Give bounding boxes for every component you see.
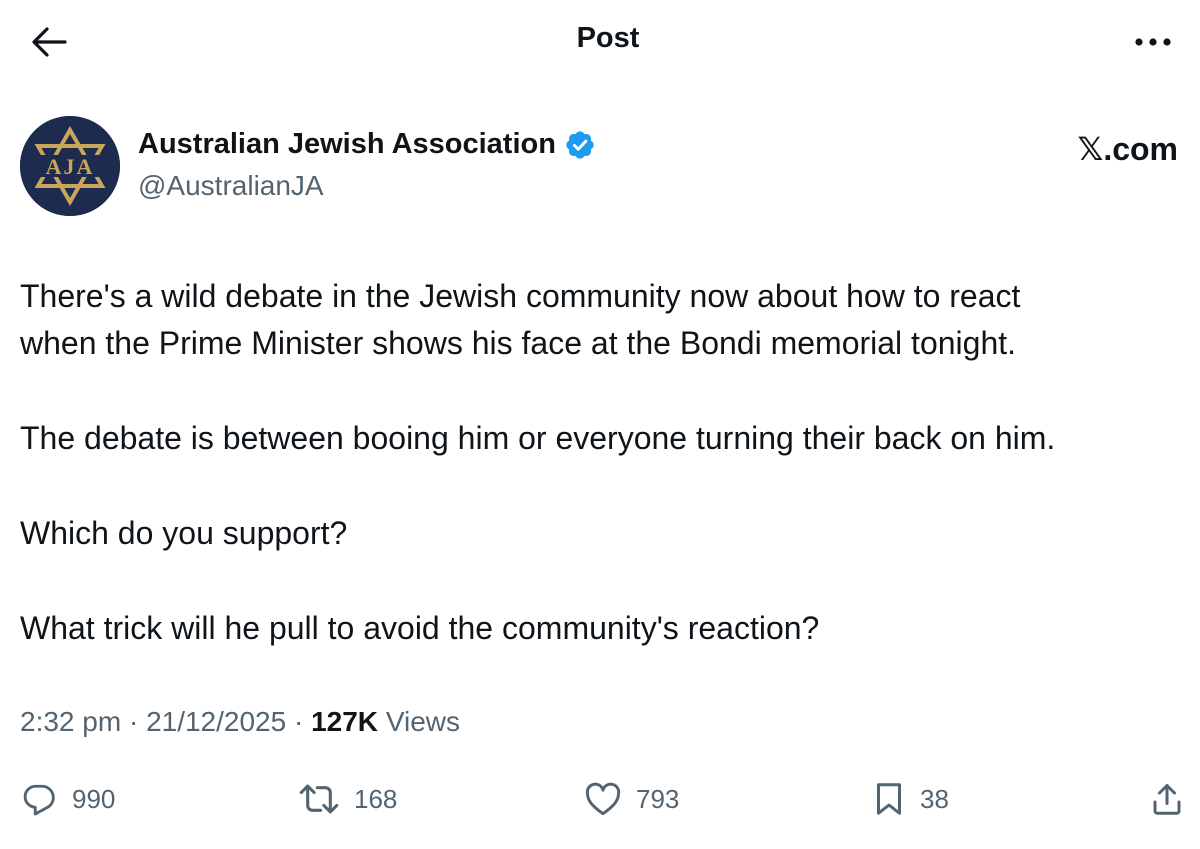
views-label: Views [385, 706, 460, 737]
post-text: There's a wild debate in the Jewish comm… [20, 273, 1190, 652]
action-bar: 990 168 793 38 [0, 776, 1200, 822]
heart-icon [585, 782, 621, 816]
more-horizontal-icon [1135, 38, 1171, 46]
meta-separator: · [128, 706, 139, 737]
bookmark-icon [877, 783, 901, 815]
repost-button[interactable]: 168 [298, 776, 397, 822]
author-name-row[interactable]: Australian Jewish Association [138, 128, 596, 161]
reply-button[interactable]: 990 [20, 776, 115, 822]
post-line: Which do you support? [20, 515, 348, 551]
repost-count: 168 [354, 783, 398, 814]
more-options-button[interactable] [1130, 24, 1176, 60]
meta-separator: · [293, 706, 304, 737]
post-paragraph: There's a wild debate in the Jewish comm… [20, 273, 1190, 367]
page-title: Post [576, 22, 640, 54]
verified-badge-icon [566, 130, 594, 159]
bookmark-count: 38 [920, 783, 949, 814]
avatar-text: AJA [46, 154, 95, 179]
bookmark-button[interactable]: 38 [872, 776, 949, 822]
reply-count: 990 [72, 783, 116, 814]
reply-icon [23, 784, 55, 816]
post-line: The debate is between booing him or ever… [20, 420, 1056, 456]
repost-icon [299, 784, 339, 814]
author-handle[interactable]: @AustralianJA [138, 170, 324, 202]
post-line: What trick will he pull to avoid the com… [20, 610, 820, 646]
views-count: 127K [311, 706, 379, 737]
post-time[interactable]: 2:32 pm [20, 706, 121, 737]
share-icon [1153, 784, 1181, 815]
share-button[interactable] [1150, 776, 1184, 822]
like-button[interactable]: 793 [584, 776, 679, 822]
aja-logo-icon: AJA [20, 116, 120, 216]
post-line: There's a wild debate in the Jewish comm… [20, 278, 1021, 314]
post-date[interactable]: 21/12/2025 [146, 706, 286, 737]
post-line: when the Prime Minister shows his face a… [20, 325, 1017, 361]
post-paragraph: The debate is between booing him or ever… [20, 415, 1190, 462]
post-paragraph: Which do you support? [20, 510, 1190, 557]
author-name[interactable]: Australian Jewish Association [138, 128, 556, 161]
post-paragraph: What trick will he pull to avoid the com… [20, 605, 1190, 652]
like-count: 793 [636, 783, 680, 814]
avatar[interactable]: AJA [20, 116, 120, 216]
post-meta: 2:32 pm · 21/12/2025 · 127K Views [20, 706, 460, 738]
x-com-watermark: 𝕏.com [1077, 131, 1178, 167]
